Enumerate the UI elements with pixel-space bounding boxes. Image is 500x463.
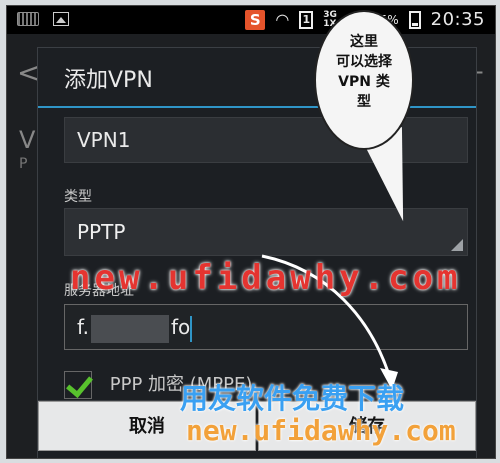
callout-line-3: VPN 类 xyxy=(338,74,390,90)
server-address-suffix: fo xyxy=(170,315,191,339)
redacted-block xyxy=(90,314,169,343)
dialog-title: 添加VPN xyxy=(64,68,153,93)
watermark-url-orange: new.ufidawhy.com xyxy=(186,414,456,447)
watermark-url-red: new.ufidawhy.com xyxy=(70,258,462,298)
callout-line-1: 这里 xyxy=(350,34,378,50)
callout-line-2: 可以选择 xyxy=(336,54,392,70)
sim-slot-icon: 1 xyxy=(299,10,314,29)
callout-bubble: 这里 可以选择 VPN 类 型 xyxy=(314,10,414,150)
ppp-encryption-checkbox[interactable] xyxy=(64,371,92,399)
type-label: 类型 xyxy=(64,189,92,205)
server-address-prefix: f. xyxy=(77,315,89,339)
app-notification-icon: S xyxy=(245,9,266,30)
text-cursor xyxy=(190,315,193,342)
vpn-type-value: PPTP xyxy=(77,220,126,244)
battery-icon xyxy=(408,10,421,29)
status-bar: S ◠ 1 3G 1X 15% 20:35 xyxy=(7,6,495,34)
dropdown-corner-icon xyxy=(451,239,463,251)
image-icon xyxy=(53,12,69,26)
keyboard-icon xyxy=(17,12,39,26)
watermark-slogan: 用友软件免费下载 xyxy=(180,382,405,415)
server-address-input[interactable]: f. fo xyxy=(64,304,468,350)
callout-line-4: 型 xyxy=(357,94,371,110)
background-row-subtitle: P xyxy=(19,156,28,172)
clock: 20:35 xyxy=(430,9,485,30)
wifi-icon: ◠ xyxy=(275,10,290,29)
background-row-title: V xyxy=(19,126,36,154)
